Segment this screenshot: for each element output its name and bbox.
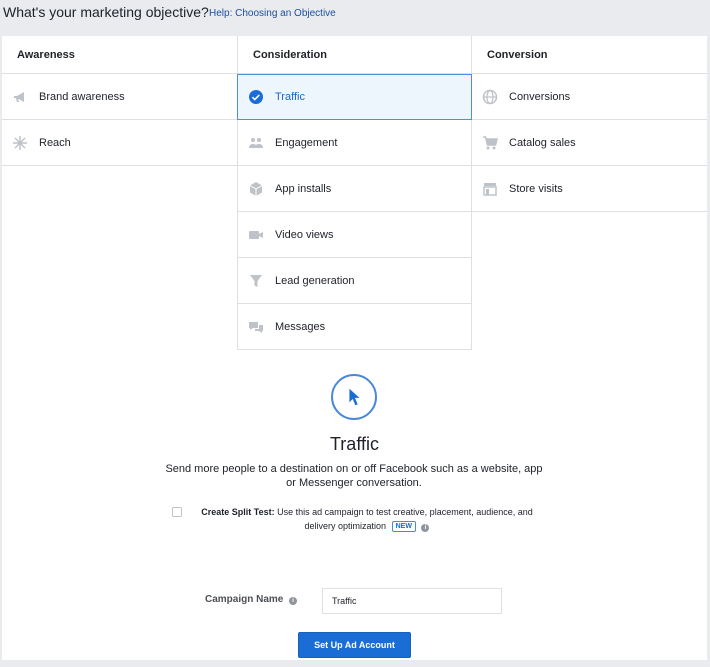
objective-conversions[interactable]: Conversions xyxy=(472,74,707,120)
reach-icon xyxy=(11,134,29,152)
people-icon xyxy=(247,134,265,152)
setup-ad-account-button[interactable]: Set Up Ad Account xyxy=(298,632,411,658)
objective-label: Video views xyxy=(275,228,334,241)
funnel-icon xyxy=(247,272,265,290)
video-camera-icon xyxy=(247,226,265,244)
objective-detail-description: Send more people to a destination on or … xyxy=(165,463,543,489)
objective-traffic[interactable]: Traffic xyxy=(237,74,472,120)
page-header: What's your marketing objective? Help: C… xyxy=(0,0,710,36)
objective-panel: Awareness Brand awareness Reach Consider… xyxy=(2,36,707,660)
campaign-name-label-text: Campaign Name xyxy=(205,594,284,605)
objective-label: Store visits xyxy=(509,182,563,195)
objective-label: Brand awareness xyxy=(39,90,125,103)
consideration-column: Consideration Traffic Engagement App ins… xyxy=(237,36,472,350)
split-test-checkbox[interactable] xyxy=(172,507,182,517)
info-icon[interactable]: i xyxy=(421,524,430,532)
check-circle-icon xyxy=(247,88,265,106)
column-heading-consideration: Consideration xyxy=(237,36,472,74)
objective-reach[interactable]: Reach xyxy=(2,120,237,166)
objective-brand-awareness[interactable]: Brand awareness xyxy=(2,74,237,120)
cube-icon xyxy=(247,180,265,198)
globe-icon xyxy=(481,88,499,106)
objective-store-visits[interactable]: Store visits xyxy=(472,166,707,212)
objective-label: Engagement xyxy=(275,136,338,149)
objective-label: Conversions xyxy=(509,90,571,103)
objective-detail-title: Traffic xyxy=(329,434,379,454)
shopping-cart-icon xyxy=(481,134,499,152)
store-icon xyxy=(481,180,499,198)
column-heading-conversion: Conversion xyxy=(472,36,707,74)
page-title: What's your marketing objective? xyxy=(3,4,209,20)
objective-video-views[interactable]: Video views xyxy=(237,212,472,258)
objective-app-installs[interactable]: App installs xyxy=(237,166,472,212)
info-icon[interactable]: i xyxy=(289,597,298,605)
objective-catalog-sales[interactable]: Catalog sales xyxy=(472,120,707,166)
split-test-text: Create Split Test: Use this ad campaign … xyxy=(192,505,542,533)
new-badge: NEW xyxy=(391,521,416,532)
cursor-icon xyxy=(331,374,377,420)
objective-label: Catalog sales xyxy=(509,136,576,149)
help-link[interactable]: Help: Choosing an Objective xyxy=(209,8,336,19)
campaign-name-input[interactable] xyxy=(322,588,502,614)
megaphone-icon xyxy=(11,88,29,106)
objective-engagement[interactable]: Engagement xyxy=(237,120,472,166)
objective-label: App installs xyxy=(275,182,332,195)
column-heading-awareness: Awareness xyxy=(2,36,237,74)
campaign-name-label: Campaign Name i xyxy=(205,594,298,605)
objective-messages[interactable]: Messages xyxy=(237,304,472,350)
split-test-label: Create Split Test: xyxy=(201,507,275,517)
conversion-column: Conversion Conversions Catalog sales Sto… xyxy=(472,36,707,212)
objective-label: Messages xyxy=(275,320,326,333)
objective-lead-generation[interactable]: Lead generation xyxy=(237,258,472,304)
objective-label: Reach xyxy=(39,136,71,149)
awareness-column: Awareness Brand awareness Reach xyxy=(2,36,237,166)
chat-bubbles-icon xyxy=(247,318,265,336)
objective-label: Lead generation xyxy=(275,274,355,287)
objective-label: Traffic xyxy=(275,91,305,103)
